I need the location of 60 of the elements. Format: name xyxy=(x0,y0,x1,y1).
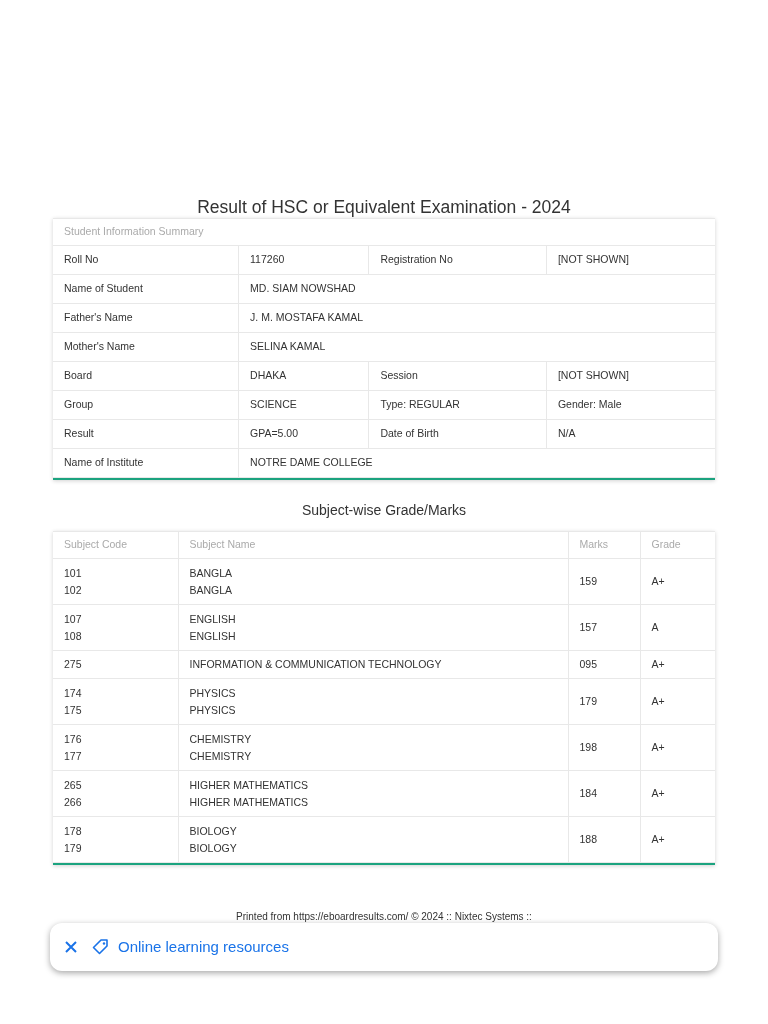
section-heading: Subject-wise Grade/Marks xyxy=(300,501,468,520)
subject-code: 176 xyxy=(64,731,83,747)
field-value: SCIENCE xyxy=(238,390,369,420)
resources-link[interactable]: Online learning resources xyxy=(92,935,289,959)
field-value: DHAKA xyxy=(238,361,369,391)
marks-cell: 095 xyxy=(568,650,640,679)
column-header: Subject Code xyxy=(53,531,178,559)
field-label: Name of Institute xyxy=(53,448,239,478)
subject-code: 177 xyxy=(64,748,83,764)
column-header: Grade xyxy=(640,531,715,559)
marks-cell: 179 xyxy=(568,678,640,725)
field-label: Mother's Name xyxy=(53,332,239,362)
subject-name: PHYSICS xyxy=(189,702,237,718)
marks-cell: 188 xyxy=(568,816,640,863)
marks-cell: 159 xyxy=(568,558,640,605)
field-label: Date of Birth xyxy=(368,419,547,449)
subject-name: PHYSICS xyxy=(189,685,237,701)
subject-code: 179 xyxy=(64,840,83,856)
marks-cell: 198 xyxy=(568,724,640,771)
marks-cell: 157 xyxy=(568,604,640,651)
table-heading: Student Information Summary xyxy=(53,218,715,246)
field-label: Roll No xyxy=(53,245,239,275)
column-header: Marks xyxy=(568,531,640,559)
field-label: Group xyxy=(53,390,239,420)
column-header: Subject Name xyxy=(178,531,568,559)
marks-cell: 184 xyxy=(568,770,640,817)
subject-name: CHEMISTRY xyxy=(189,731,253,747)
close-button[interactable] xyxy=(64,940,78,954)
page-title: Result of HSC or Equivalent Examination - 2024 xyxy=(196,196,572,218)
subject-code: 275 xyxy=(64,657,83,672)
subject-name: BANGLA xyxy=(189,565,234,581)
field-label: Result xyxy=(53,419,239,449)
subject-name: BIOLOGY xyxy=(189,840,238,856)
field-label: Father's Name xyxy=(53,303,239,333)
subject-code: 178 xyxy=(64,823,83,839)
footer-text: Printed from https://eboardresults.com/ © 2024 :: Nixtec Systems :: xyxy=(235,910,533,924)
subject-name: BIOLOGY xyxy=(189,823,238,839)
field-label: Type: REGULAR xyxy=(368,390,547,420)
subject-code: 107 xyxy=(64,611,83,627)
subject-code: 102 xyxy=(64,582,83,598)
subject-name: BANGLA xyxy=(189,582,234,598)
subject-name: INFORMATION & COMMUNICATION TECHNOLOGY xyxy=(189,657,443,672)
subject-name: CHEMISTRY xyxy=(189,748,253,764)
field-label: Board xyxy=(53,361,239,391)
subject-code: 265 xyxy=(64,777,83,793)
subject-code: 101 xyxy=(64,565,83,581)
field-label: Session xyxy=(368,361,547,391)
tag-icon xyxy=(92,938,110,956)
subject-code: 175 xyxy=(64,702,83,718)
field-label: Registration No xyxy=(368,245,547,275)
subject-name: ENGLISH xyxy=(189,628,237,644)
subject-code: 266 xyxy=(64,794,83,810)
subject-name: ENGLISH xyxy=(189,611,237,627)
field-value: GPA=5.00 xyxy=(238,419,369,449)
field-label: Name of Student xyxy=(53,274,239,304)
subject-code: 108 xyxy=(64,628,83,644)
field-value: 117260 xyxy=(238,245,369,275)
subject-name: HIGHER MATHEMATICS xyxy=(189,794,310,810)
subject-name: HIGHER MATHEMATICS xyxy=(189,777,310,793)
subject-code: 174 xyxy=(64,685,83,701)
